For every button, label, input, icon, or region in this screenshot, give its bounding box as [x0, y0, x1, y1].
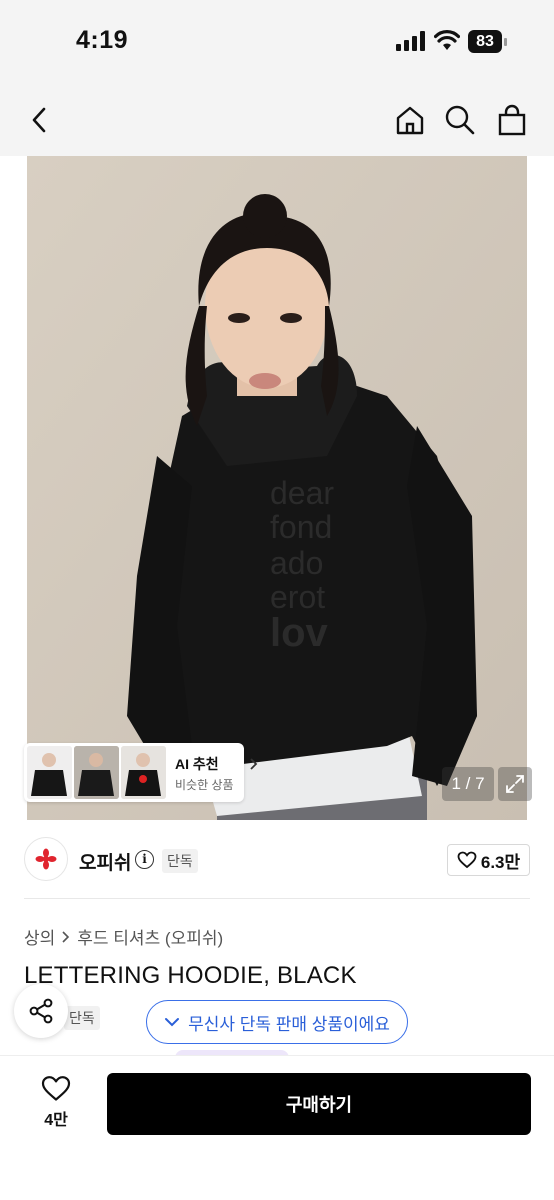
exclusive-tag: 단독 — [162, 849, 198, 873]
home-icon[interactable] — [392, 102, 428, 138]
ai-recommend-title: AI 추천 — [175, 756, 219, 772]
product-exclusive-tag: 단독 — [64, 1006, 100, 1030]
brand-like-count: 6.3만 — [480, 852, 521, 872]
image-counter: 1 / 7 — [442, 767, 494, 801]
wish-count: 4만 — [44, 1112, 68, 1129]
chevron-right-icon — [250, 758, 258, 770]
heart-icon — [41, 1076, 71, 1101]
status-bar: 4:19 83 — [0, 0, 554, 84]
svg-text:dear: dear — [270, 475, 334, 511]
battery-icon: 83 — [468, 30, 508, 53]
breadcrumb: 상의 후드 티셔츠 (오피쉬) — [24, 924, 223, 949]
brand-logo[interactable] — [24, 837, 68, 881]
chevron-down-icon — [165, 1018, 180, 1027]
svg-text:ado: ado — [270, 545, 323, 581]
top-nav — [0, 84, 554, 156]
recommend-thumbnail[interactable] — [121, 746, 166, 799]
brand-name[interactable]: 오피쉬 — [79, 848, 131, 875]
signal-icon — [396, 31, 425, 51]
heart-icon — [457, 851, 477, 869]
status-time: 4:19 — [76, 26, 129, 54]
chevron-right-icon — [62, 930, 70, 943]
shopping-bag-icon[interactable] — [494, 102, 530, 138]
svg-text:erot: erot — [270, 579, 325, 615]
exclusive-notice-text: 무신사 단독 판매 상품이에요 — [188, 1014, 390, 1034]
recommend-thumbnail[interactable] — [27, 746, 72, 799]
ai-recommend-subtitle: 비슷한 상품 — [175, 778, 234, 792]
share-button[interactable] — [14, 984, 68, 1038]
recommend-thumbnail[interactable] — [74, 746, 119, 799]
svg-text:lov: lov — [270, 611, 329, 655]
info-icon[interactable]: i — [135, 850, 154, 869]
wishlist-button[interactable]: 4만 — [30, 1075, 82, 1130]
back-icon[interactable] — [22, 102, 58, 138]
expand-icon[interactable] — [498, 767, 532, 801]
brand-logo-icon — [35, 848, 57, 870]
exclusive-notice-pill[interactable]: 무신사 단독 판매 상품이에요 — [146, 1000, 408, 1044]
product-title: LETTERING HOODIE, BLACK — [24, 962, 357, 989]
svg-text:fond: fond — [270, 509, 332, 545]
ai-recommend-card[interactable]: AI 추천 비슷한 상품 — [24, 743, 258, 802]
search-icon[interactable] — [442, 102, 478, 138]
breadcrumb-category[interactable]: 상의 — [24, 924, 55, 949]
breadcrumb-subcategory[interactable]: 후드 티셔츠 (오피쉬) — [77, 924, 223, 949]
share-icon — [29, 998, 53, 1024]
divider — [24, 898, 530, 899]
buy-button[interactable]: 구매하기 — [107, 1073, 531, 1135]
product-image[interactable]: dear fond ado erot lov — [27, 156, 527, 820]
brand-like-button[interactable]: 6.3만 — [447, 844, 530, 876]
wifi-icon — [434, 30, 460, 50]
battery-level: 83 — [468, 30, 502, 53]
